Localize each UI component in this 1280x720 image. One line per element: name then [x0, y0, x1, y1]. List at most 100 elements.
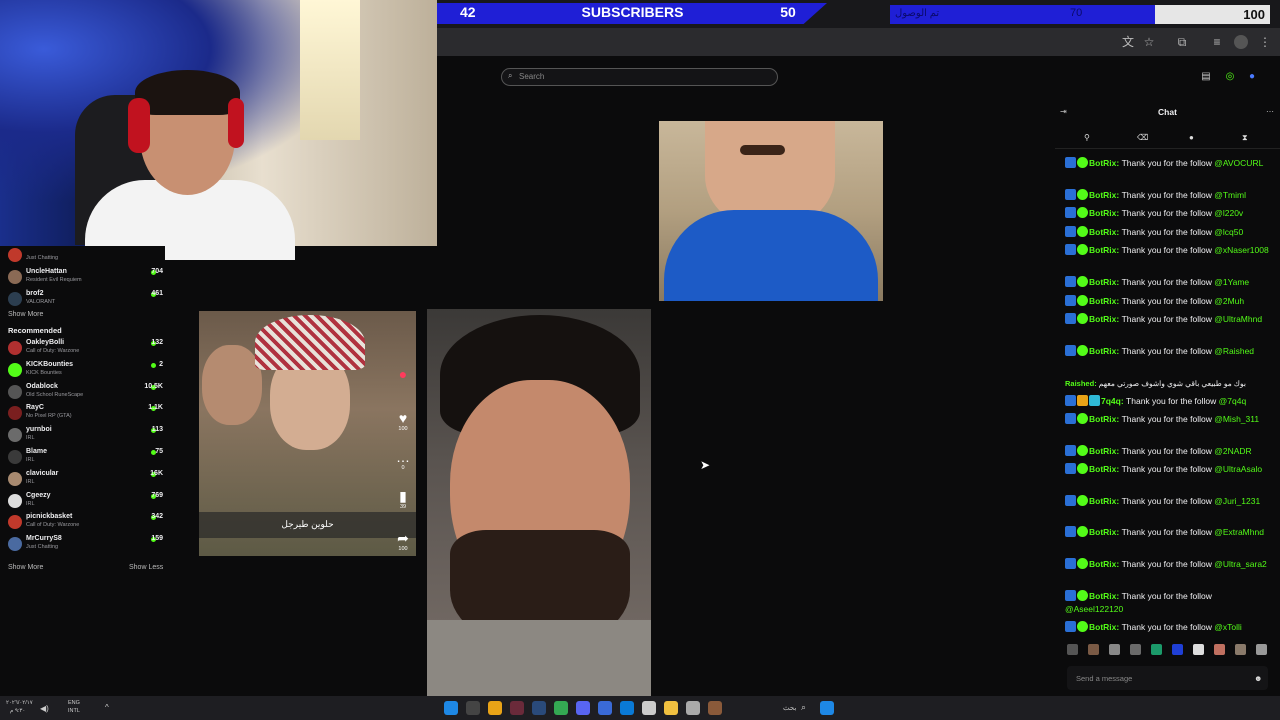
app-icon[interactable] — [510, 701, 524, 715]
chat-username[interactable]: BotRix — [1089, 559, 1116, 569]
chat-username[interactable]: BotRix — [1089, 277, 1116, 287]
chat-mention[interactable]: @Juri_1231 — [1214, 496, 1260, 506]
emote-icon[interactable] — [1193, 644, 1204, 655]
chat-username[interactable]: BotRix — [1089, 346, 1116, 356]
sidebar-channel-item[interactable]: brof2 VALORANT 461 — [8, 290, 163, 312]
chat-mention[interactable]: @2Muh — [1214, 296, 1244, 306]
emoji-picker-icon[interactable]: ☻ — [1254, 674, 1262, 683]
sidebar-channel-item[interactable]: KICKBounties KICK Bounties 2 — [8, 361, 163, 383]
speech-icon[interactable]: ● — [1189, 133, 1194, 142]
tiktok-comment-button[interactable]: … 0 — [392, 449, 414, 471]
search-input[interactable]: Search — [501, 68, 778, 86]
chat-username[interactable]: BotRix — [1089, 314, 1116, 324]
sidebar-channel-item[interactable]: RayC No Pixel RP (GTA) 1.1K — [8, 404, 163, 426]
chat-mention[interactable]: @Aseel122120 — [1065, 604, 1123, 614]
emote-icon[interactable] — [1067, 644, 1078, 655]
user-avatar[interactable]: ● — [1246, 71, 1258, 83]
chat-message-input[interactable]: Send a message — [1067, 666, 1268, 690]
chat-mention[interactable]: @UltraMhnd — [1214, 314, 1262, 324]
volume-icon[interactable]: ◀) — [40, 704, 49, 713]
emote-icon[interactable] — [1151, 644, 1162, 655]
emote-icon[interactable] — [1109, 644, 1120, 655]
sidebar-channel-item[interactable]: MrCurryS8 Just Chatting 159 — [8, 535, 163, 557]
emote-icon[interactable] — [1235, 644, 1246, 655]
sidebar-channel-item[interactable]: UncleHattan Resident Evil Requiem 704 — [8, 268, 163, 290]
tiktok-share-button[interactable]: ➦ 100 — [392, 530, 414, 552]
chat-username[interactable]: Raished — [1065, 379, 1094, 388]
chat-mention[interactable]: @Raished — [1214, 346, 1254, 356]
show-less-link[interactable]: Show Less — [129, 564, 163, 571]
emote-icon[interactable] — [1088, 644, 1099, 655]
app-icon[interactable] — [686, 701, 700, 715]
sidebar-channel-item[interactable]: picnickbasket Call of Duty: Warzone 342 — [8, 513, 163, 535]
chat-username[interactable]: BotRix — [1089, 158, 1116, 168]
chat-username[interactable]: BotRix — [1089, 622, 1116, 632]
profile-icon[interactable] — [1234, 35, 1248, 49]
more-icon[interactable]: ⋮ — [1258, 35, 1272, 49]
chat-more-icon[interactable]: ⋯ — [1266, 107, 1274, 116]
chrome-icon[interactable] — [554, 701, 568, 715]
taskbar-search-icon[interactable]: ⌕ — [801, 702, 806, 713]
sidebar-channel-item[interactable]: Blame IRL 75 — [8, 448, 163, 470]
sidebar-channel-item[interactable]: OakleyBolli Call of Duty: Warzone 132 — [8, 339, 163, 361]
emote-icon[interactable] — [1172, 644, 1183, 655]
discord-icon[interactable] — [576, 701, 590, 715]
app-icon[interactable] — [708, 701, 722, 715]
emote-icon[interactable] — [1256, 644, 1267, 655]
sidebar-channel-item[interactable]: Cgeezy IRL 769 — [8, 492, 163, 514]
taskbar-language[interactable]: ENG — [68, 700, 80, 706]
app-icon[interactable] — [532, 701, 546, 715]
chat-mention[interactable]: @AVOCURL — [1214, 158, 1263, 168]
chat-username[interactable]: BotRix — [1089, 245, 1116, 255]
chat-username[interactable]: BotRix — [1089, 591, 1116, 601]
chat-mention[interactable]: @xNaser1008 — [1214, 245, 1268, 255]
emote-icon[interactable] — [1214, 644, 1225, 655]
sidebar-channel-item[interactable]: Odablock Old School RuneScape 10.5K — [8, 383, 163, 405]
steam-icon[interactable] — [466, 701, 480, 715]
chat-username[interactable]: BotRix — [1089, 208, 1116, 218]
chrome-icon[interactable] — [488, 701, 502, 715]
chat-mention[interactable]: @l220v — [1214, 208, 1243, 218]
chat-mention[interactable]: @1Yame — [1214, 277, 1249, 287]
chat-username[interactable]: BotRix — [1089, 190, 1116, 200]
chat-username[interactable]: BotRix — [1089, 227, 1116, 237]
show-more-link[interactable]: Show More — [8, 311, 43, 318]
windows-start-icon[interactable] — [820, 701, 834, 715]
chat-mention[interactable]: @Tmiml — [1214, 190, 1246, 200]
sidebar-channel-item[interactable]: yurnboi IRL 113 — [8, 426, 163, 448]
chat-username[interactable]: BotRix — [1089, 464, 1116, 474]
wallet-icon[interactable]: ▤ — [1200, 71, 1212, 83]
chat-mention[interactable]: @lcq50 — [1214, 227, 1243, 237]
chat-username[interactable]: 7q4q — [1101, 396, 1121, 406]
sidebar-channel-item[interactable]: Just Chatting — [8, 246, 163, 268]
chat-username[interactable]: BotRix — [1089, 296, 1116, 306]
folder-icon[interactable] — [664, 701, 678, 715]
chat-username[interactable]: BotRix — [1089, 414, 1116, 424]
chat-username[interactable]: BotRix — [1089, 496, 1116, 506]
star-icon[interactable]: ☆ — [1142, 35, 1156, 49]
tray-chevron-icon[interactable]: ^ — [105, 703, 109, 712]
trash-icon[interactable]: ⌫ — [1137, 133, 1148, 142]
chat-mention[interactable]: @7q4q — [1219, 396, 1247, 406]
chat-mention[interactable]: @2NADR — [1214, 446, 1251, 456]
edge-icon[interactable] — [620, 701, 634, 715]
tiktok-save-button[interactable]: ▮ 39 — [392, 488, 414, 510]
sidebar-channel-item[interactable]: clavicular IRL 16K — [8, 470, 163, 492]
tiktok-like-button[interactable]: ♥ 100 — [392, 410, 414, 432]
emote-icon[interactable] — [1130, 644, 1141, 655]
chat-username[interactable]: BotRix — [1089, 527, 1116, 537]
tiktok-profile-icon[interactable]: ● — [392, 366, 414, 382]
menu-icon[interactable]: ≡ — [1210, 35, 1224, 49]
tray-app-icon[interactable] — [444, 701, 458, 715]
kick-status-icon[interactable]: ◎ — [1224, 71, 1236, 83]
chat-mention[interactable]: @xTolli — [1214, 622, 1242, 632]
chat-username[interactable]: BotRix — [1089, 446, 1116, 456]
hourglass-icon[interactable]: ⧗ — [1242, 133, 1248, 143]
taskbar-language-2[interactable]: INTL — [68, 708, 80, 714]
translate-icon[interactable]: 文 — [1121, 35, 1135, 49]
extensions-icon[interactable]: ⧉ — [1175, 35, 1189, 49]
chat-mention[interactable]: @ExtraMhnd — [1214, 527, 1264, 537]
chat-mention[interactable]: @Ultra_sara2 — [1214, 559, 1267, 569]
chat-mention[interactable]: @Mish_311 — [1214, 414, 1259, 424]
app-icon[interactable] — [642, 701, 656, 715]
